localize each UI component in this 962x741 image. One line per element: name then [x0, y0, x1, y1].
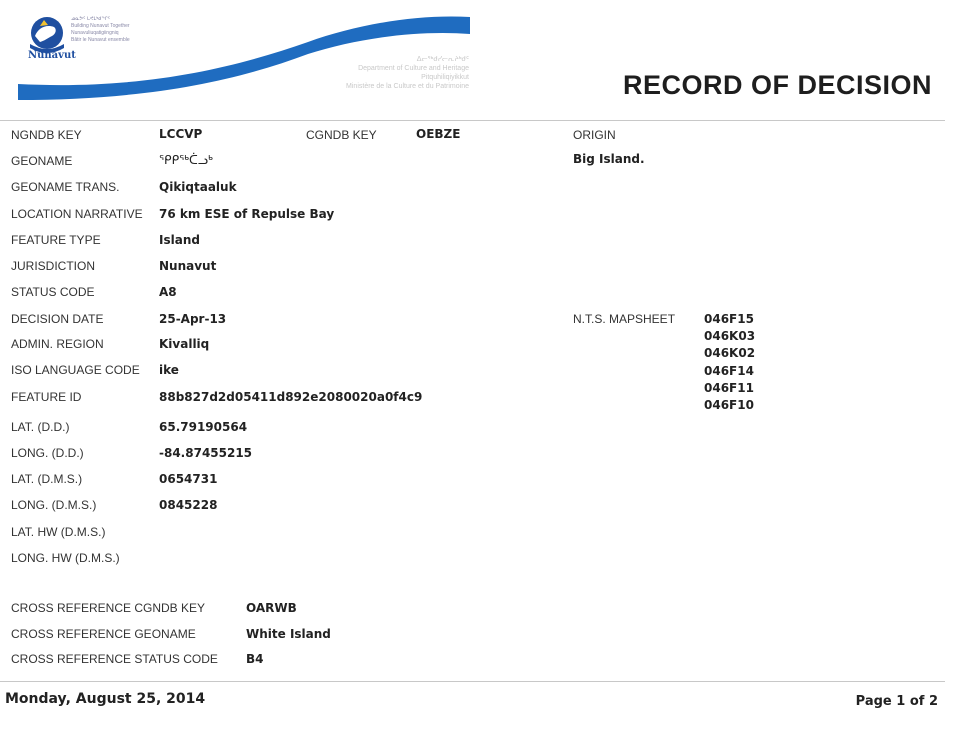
department-line-3: Pitquhiliqiyikkut — [421, 74, 469, 81]
field-label-feature-type: FEATURE TYPE — [11, 233, 101, 247]
field-value-decision-date: 25-Apr-13 — [159, 312, 227, 326]
department-line-2: Department of Culture and Heritage — [358, 65, 469, 72]
cross-ref-geoname-value: White Island — [246, 627, 331, 641]
field-label-lat-dms: LAT. (D.M.S.) — [11, 472, 83, 486]
field-value-location-narrative: 76 km ESE of Repulse Bay — [159, 207, 335, 221]
field-label-geoname: GEONAME — [11, 154, 73, 168]
field-value-lat-dd: 65.79190564 — [159, 420, 248, 434]
header-divider — [0, 120, 945, 121]
field-value-geoname-trans: Qikiqtaaluk — [159, 180, 237, 194]
cross-ref-cgndb-key-value: OARWB — [246, 601, 297, 615]
page-indicator: Page 1 of 2 — [855, 694, 938, 709]
field-value-feature-type: Island — [159, 233, 200, 247]
field-value-long-dms: 0845228 — [159, 498, 218, 512]
cross-ref-status-code-label: CROSS REFERENCE STATUS CODE — [11, 652, 218, 666]
department-line-4: Ministère de la Culture et du Patrimoine — [346, 83, 469, 90]
cgndb-key-value: OEBZE — [416, 127, 461, 141]
field-value-geoname: ᕿᑭᖅᑖᓗᒃ — [159, 153, 213, 167]
nts-mapsheet-value-4: 046F14 — [704, 364, 754, 378]
field-label-lat-hw-dms: LAT. HW (D.M.S.) — [11, 525, 106, 539]
field-value-lat-dms: 0654731 — [159, 472, 218, 486]
cross-ref-geoname-label: CROSS REFERENCE GEONAME — [11, 627, 196, 641]
field-value-admin-region: Kivalliq — [159, 337, 210, 351]
cross-ref-cgndb-key-label: CROSS REFERENCE CGNDB KEY — [11, 601, 206, 615]
nts-mapsheet-value-6: 046F10 — [704, 398, 754, 412]
page-title: RECORD OF DECISION — [623, 70, 933, 100]
field-label-decision-date: DECISION DATE — [11, 312, 104, 326]
field-label-feature-id: FEATURE ID — [11, 390, 82, 404]
field-value-status-code: A8 — [159, 285, 177, 299]
field-label-ngndb-key: NGNDB KEY — [11, 128, 82, 142]
field-label-jurisdiction: JURISDICTION — [11, 259, 95, 273]
cross-ref-status-code-value: B4 — [246, 652, 264, 666]
field-label-location-narrative: LOCATION NARRATIVE — [11, 207, 143, 221]
field-value-ngndb-key: LCCVP — [159, 127, 203, 141]
nts-mapsheet-label: N.T.S. MAPSHEET — [573, 312, 676, 326]
field-label-long-dms: LONG. (D.M.S.) — [11, 498, 97, 512]
footer-divider — [0, 681, 945, 682]
field-label-long-hw-dms: LONG. HW (D.M.S.) — [11, 551, 120, 565]
field-label-long-dd: LONG. (D.D.) — [11, 446, 84, 460]
origin-label: ORIGIN — [573, 128, 616, 142]
field-label-geoname-trans: GEONAME TRANS. — [11, 180, 120, 194]
field-value-jurisdiction: Nunavut — [159, 259, 217, 273]
nts-mapsheet-value-5: 046F11 — [704, 381, 754, 395]
field-label-lat-dd: LAT. (D.D.) — [11, 420, 70, 434]
field-label-status-code: STATUS CODE — [11, 285, 95, 299]
field-value-feature-id: 88b827d2d05411d892e2080020a0f4c9 — [159, 390, 423, 404]
field-label-admin-region: ADMIN. REGION — [11, 337, 104, 351]
footer-date: Monday, August 25, 2014 — [5, 691, 206, 707]
department-line-1: ᐃᓕᖅᑯᓯᓕᕆᔨᒃᑯᑦ — [416, 56, 469, 63]
nts-mapsheet-value-1: 046F15 — [704, 312, 754, 326]
field-value-iso-language-code: ike — [159, 363, 179, 377]
nts-mapsheet-value-2: 046K03 — [704, 329, 756, 343]
nts-mapsheet-value-3: 046K02 — [704, 346, 756, 360]
field-label-iso-language-code: ISO LANGUAGE CODE — [11, 363, 140, 377]
field-value-long-dd: -84.87455215 — [159, 446, 253, 460]
cgndb-key-label: CGNDB KEY — [306, 128, 377, 142]
origin-value: Big Island. — [573, 152, 645, 166]
